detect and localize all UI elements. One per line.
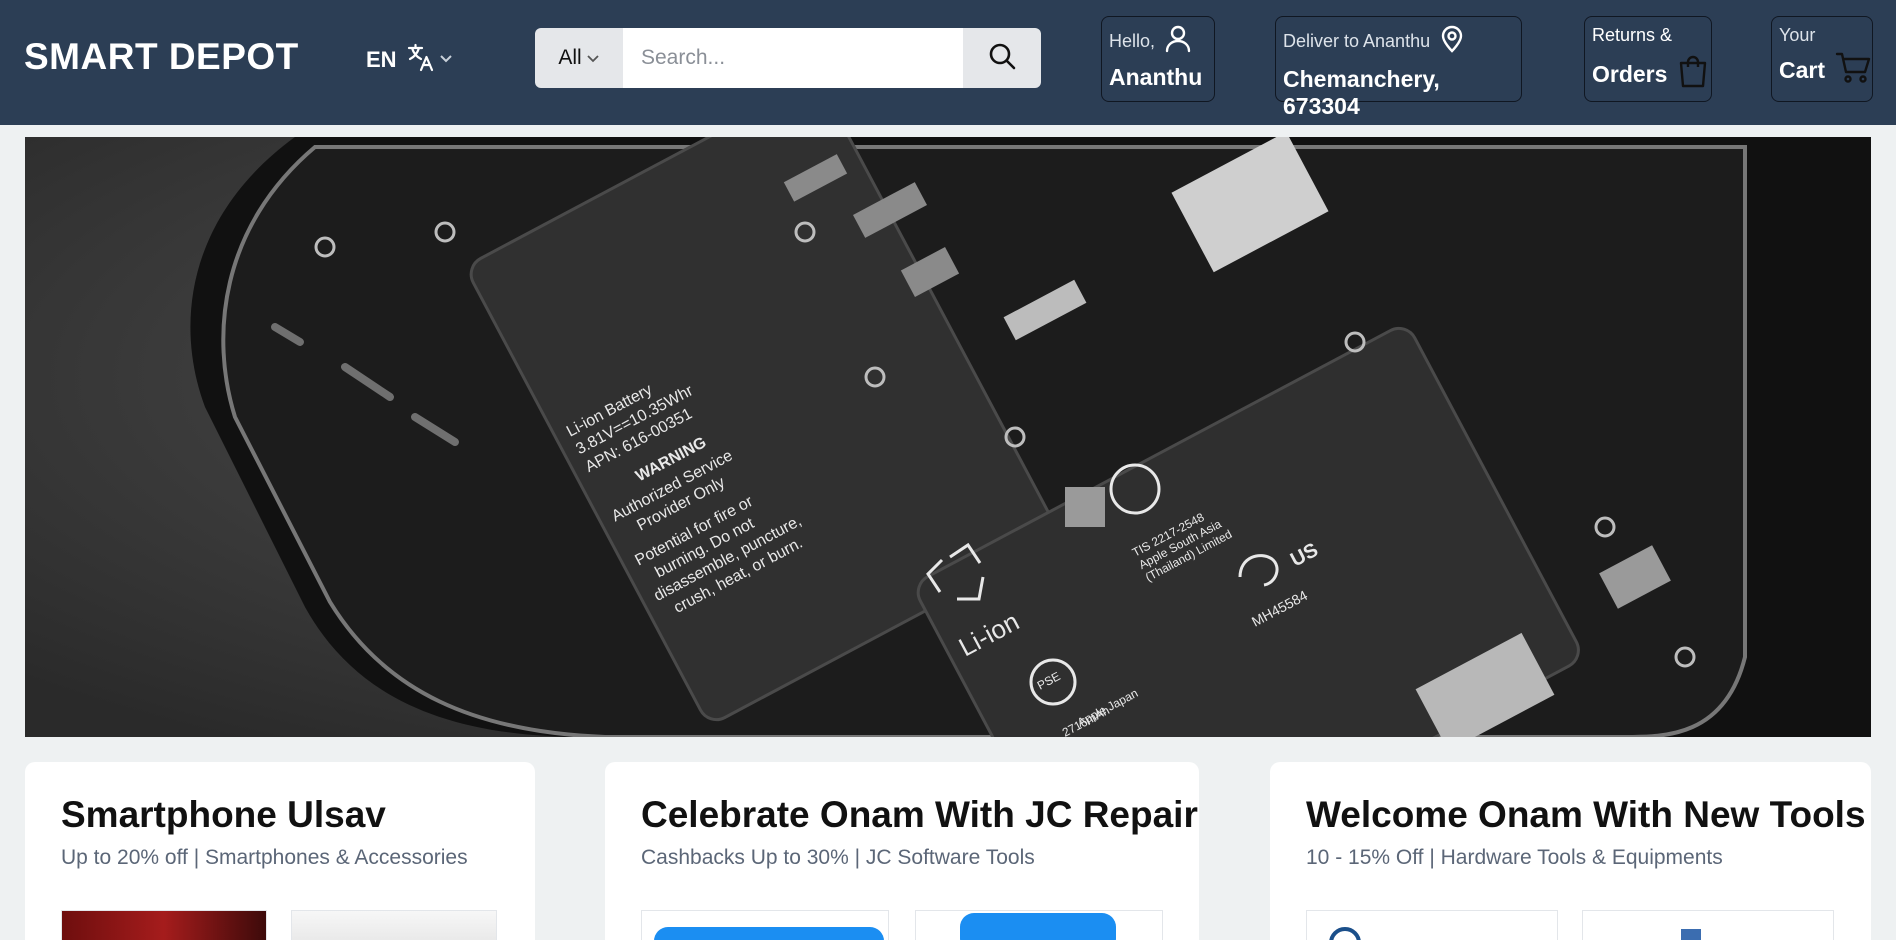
language-selector[interactable]: EN xyxy=(366,42,453,77)
product-thumbnail[interactable] xyxy=(291,910,497,940)
tool-image xyxy=(654,927,884,940)
orders-line1: Returns & xyxy=(1592,25,1673,45)
search-button[interactable] xyxy=(963,28,1041,88)
cart-line2: Cart xyxy=(1779,56,1826,83)
chevron-down-icon xyxy=(439,51,453,69)
orders-line2: Orders xyxy=(1592,60,1668,87)
promo-title: Welcome Onam With New Tools xyxy=(1306,794,1866,835)
product-thumbnail[interactable] xyxy=(915,910,1163,940)
deliver-label: Deliver to Ananthu xyxy=(1283,31,1431,51)
chevron-down-icon xyxy=(586,46,600,70)
language-code: EN xyxy=(366,46,397,72)
promo-title: Smartphone Ulsav xyxy=(61,794,386,835)
search-input[interactable] xyxy=(623,28,963,88)
promo-card-smartphone[interactable]: Smartphone Ulsav Up to 20% off | Smartph… xyxy=(25,762,535,940)
user-icon xyxy=(1165,25,1191,58)
cart-line1: Your xyxy=(1779,25,1816,45)
account-menu[interactable]: Hello, Ananthu xyxy=(1101,16,1215,102)
translate-icon xyxy=(407,42,435,77)
product-thumbnail[interactable] xyxy=(641,910,889,940)
promo-subtitle: 10 - 15% Off | Hardware Tools & Equipmen… xyxy=(1306,846,1723,869)
site-logo[interactable]: SMART DEPOT xyxy=(24,36,299,78)
search-category-value: All xyxy=(558,46,582,69)
search-icon xyxy=(987,41,1017,76)
account-greeting: Hello, xyxy=(1109,31,1156,51)
promo-subtitle: Up to 20% off | Smartphones & Accessorie… xyxy=(61,846,468,869)
deliver-location[interactable]: Deliver to Ananthu Chemanchery, 673304 xyxy=(1275,16,1522,119)
returns-orders[interactable]: Returns & Orders xyxy=(1584,16,1712,102)
tool-image xyxy=(960,913,1116,940)
top-navbar: SMART DEPOT EN All Search... Hello, Anan… xyxy=(0,0,1896,125)
shopping-bag-icon xyxy=(1677,54,1709,94)
tool-image xyxy=(1329,927,1361,940)
phone-image xyxy=(190,137,1871,737)
deliver-address: Chemanchery, 673304 xyxy=(1283,66,1440,119)
product-thumbnail[interactable] xyxy=(1306,910,1558,940)
cart-icon xyxy=(1835,50,1871,90)
promo-card-tools[interactable]: Welcome Onam With New Tools 10 - 15% Off… xyxy=(1270,762,1871,940)
search-bar: All xyxy=(535,28,1041,88)
promo-subtitle: Cashbacks Up to 30% | JC Software Tools xyxy=(641,846,1035,869)
location-pin-icon xyxy=(1440,25,1464,58)
tool-image xyxy=(1681,929,1701,940)
search-category-select[interactable]: All xyxy=(535,28,623,88)
promo-title: Celebrate Onam With JC Repair xyxy=(641,794,1198,835)
account-name: Ananthu xyxy=(1109,64,1203,90)
cart-button[interactable]: Your Cart xyxy=(1771,16,1873,102)
promo-card-jc-repair[interactable]: Celebrate Onam With JC Repair Cashbacks … xyxy=(605,762,1199,940)
hero-banner[interactable]: Li-ion Battery 3.81V==10.35Whr APN: 616-… xyxy=(25,137,1871,737)
product-thumbnail[interactable] xyxy=(61,910,267,940)
product-thumbnail[interactable] xyxy=(1582,910,1834,940)
